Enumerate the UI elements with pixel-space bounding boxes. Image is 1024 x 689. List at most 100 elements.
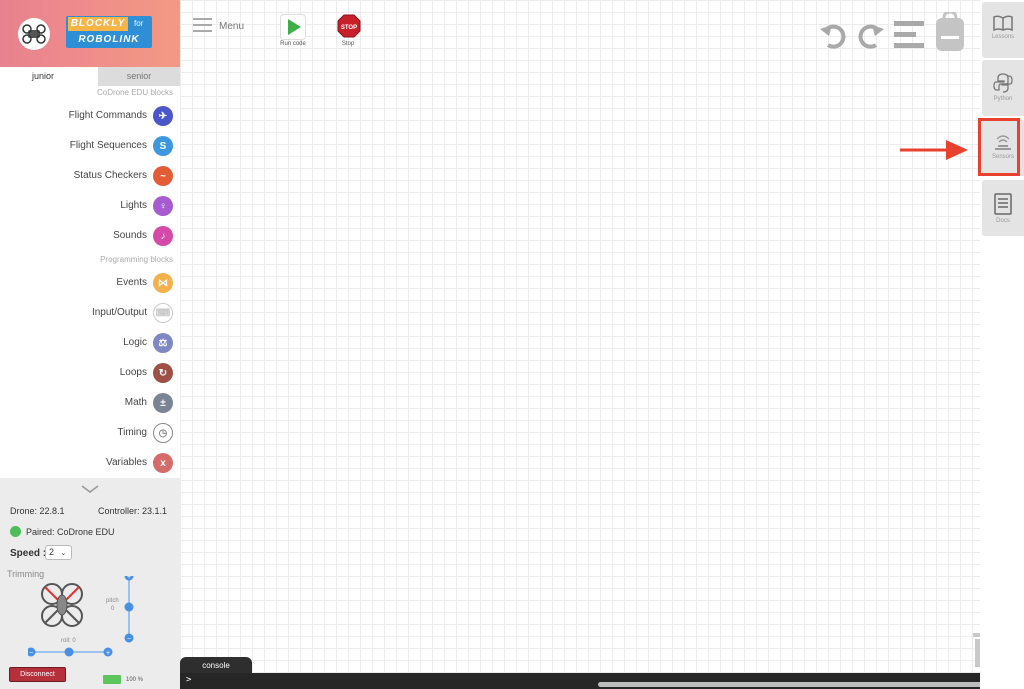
variable-icon: x [153,453,173,473]
paired-status-icon [10,526,21,537]
category-label: Flight Commands [68,110,147,121]
run-code-button[interactable] [280,14,306,40]
category-label: Lights [120,200,147,211]
scale-icon: ⚖ [153,333,173,353]
undo-icon[interactable] [818,20,848,50]
section-label-codrone: CoDrone EDU blocks [96,88,173,97]
docs-tab[interactable]: Docs [982,180,1024,236]
hamburger-icon [193,18,212,32]
arrow-annotation-icon [900,140,968,160]
trimming-controls: + − − + pitch 0 roll: 0 [28,576,150,662]
paired-status-text: Paired: CoDrone EDU [26,527,115,537]
block-category-list: CoDrone EDU blocks Programming blocks Fl… [0,86,180,478]
chevron-down-icon: ⌄ [60,550,67,557]
block-list-icon[interactable] [894,21,924,49]
bulb-icon: ♀ [153,196,173,216]
codrone-logo-icon [18,18,50,50]
run-code-label: Run code [280,41,306,47]
category-events[interactable]: Events ⋈ [0,271,180,297]
lessons-tab[interactable]: Lessons [982,2,1024,58]
category-label: Math [124,397,147,408]
roll-label: roll: 0 [61,638,76,644]
speed-select[interactable]: 2 ⌄ [45,545,72,560]
menu-button[interactable]: Menu [193,18,253,38]
svg-text:−: − [29,650,33,657]
drone-icon: ✈ [153,106,173,126]
collapse-chevron-icon[interactable] [80,484,100,494]
book-icon [993,15,1013,31]
python-label: Python [993,96,1013,102]
pitch-slider-handle [124,602,134,612]
drone-diagram-icon [41,583,83,627]
category-label: Timing [117,427,147,438]
document-icon [994,193,1012,215]
blockly-robolink-logo: BLOCKLY for ROBOLINK [66,16,152,48]
logo-blockly-text: BLOCKLY [68,17,128,31]
speaker-icon: ♪ [153,226,173,246]
stop-sign-text: STOP [341,25,357,31]
logo-for-text: for [134,19,144,28]
trim-drone-diagram: + − − + [28,576,134,657]
category-flight-sequences[interactable]: Flight Sequences S [0,134,180,160]
console-bar[interactable]: > [180,673,1024,689]
stop-button[interactable]: STOP [337,14,361,38]
lessons-label: Lessons [991,34,1015,40]
category-label: Sounds [113,230,147,241]
play-icon [288,19,301,35]
svg-text:+: + [127,576,131,581]
category-flight-commands[interactable]: Flight Commands ✈ [0,104,180,130]
sensors-highlight-box [978,118,1020,176]
battery-icon [103,675,121,684]
blockly-workspace[interactable]: Menu Run code STOP Stop console > [180,0,1024,689]
svg-text:+: + [106,650,110,657]
category-status-checkers[interactable]: Status Checkers ~ [0,164,180,190]
connection-panel: Drone: 22.8.1 Controller: 23.1.1 Paired:… [0,478,180,689]
python-tab[interactable]: Python [982,60,1024,116]
plus-minus-icon: ± [153,393,173,413]
keyboard-icon: ⌨ [153,303,173,323]
clock-icon: ◷ [153,423,173,443]
category-label: Flight Sequences [69,140,147,151]
category-label: Logic [123,337,147,348]
sequence-icon: S [153,136,173,156]
share-icon: ⋈ [153,273,173,293]
left-sidebar: BLOCKLY for ROBOLINK junior senior CoDro… [0,0,180,689]
category-input-output[interactable]: Input/Output ⌨ [0,301,180,327]
category-math[interactable]: Math ± [0,391,180,417]
menu-label: Menu [219,21,245,32]
pitch-label: pitch [106,598,119,604]
horizontal-scrollbar[interactable] [598,682,1010,687]
stop-label: Stop [341,41,355,47]
category-lights[interactable]: Lights ♀ [0,194,180,220]
controller-version: Controller: 23.1.1 [97,506,167,516]
backpack-icon[interactable] [935,12,965,52]
tab-senior[interactable]: senior [98,67,180,86]
pulse-icon: ~ [153,166,173,186]
battery-percentage: 100 % [126,677,144,683]
speed-label: Speed : [10,548,47,559]
stop-sign-icon: STOP [337,14,361,38]
category-label: Variables [106,457,147,468]
category-label: Status Checkers [73,170,147,181]
redo-icon[interactable] [856,20,886,50]
category-logic[interactable]: Logic ⚖ [0,331,180,357]
section-label-programming: Programming blocks [100,255,173,264]
drone-version: Drone: 22.8.1 [10,506,65,516]
category-sounds[interactable]: Sounds ♪ [0,224,180,250]
console-prompt: > [186,675,192,685]
category-timing[interactable]: Timing ◷ [0,421,180,447]
disconnect-button[interactable]: Disconnect [9,667,66,682]
svg-text:−: − [127,636,131,643]
loop-icon: ↻ [153,363,173,383]
speed-value: 2 [49,547,55,557]
python-icon [993,73,1013,93]
category-label: Input/Output [91,307,147,318]
roll-slider-handle [64,647,74,657]
category-label: Events [116,277,147,288]
docs-label: Docs [996,218,1010,224]
category-variables[interactable]: Variables x [0,451,180,477]
tab-junior[interactable]: junior [0,67,108,86]
right-tool-panel: Lessons Python Sensors Docs [978,0,1024,689]
category-loops[interactable]: Loops ↻ [0,361,180,387]
logo-bar: BLOCKLY for ROBOLINK [0,0,180,67]
